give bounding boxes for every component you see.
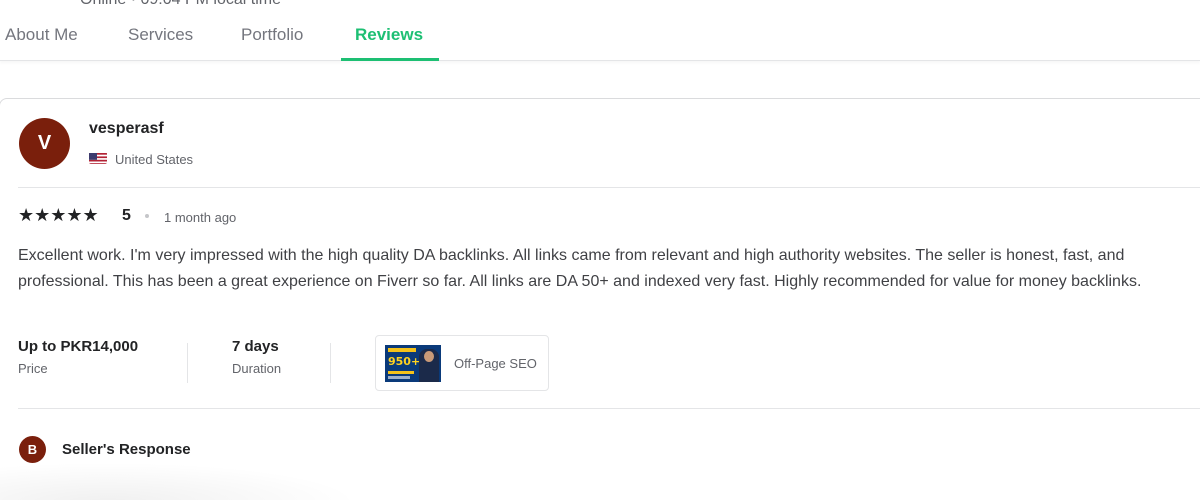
shadow-overlay (0, 462, 360, 500)
duration-label: Duration (232, 361, 282, 376)
us-flag-icon (89, 152, 107, 164)
divider (18, 187, 1200, 188)
duration-block: 7 days Duration (232, 338, 281, 376)
reviewer-username[interactable]: vesperasf (89, 120, 164, 138)
meta-divider (187, 343, 188, 383)
reviewer-avatar[interactable]: V (19, 118, 70, 169)
price-value: Up to PKR14,000 (18, 338, 139, 355)
profile-tabs: About Me Services Portfolio Reviews (0, 0, 1200, 61)
meta-divider (330, 343, 331, 383)
tab-services[interactable]: Services (128, 25, 193, 45)
price-label: Price (18, 361, 48, 376)
divider (18, 408, 1200, 409)
tab-about-me[interactable]: About Me (5, 25, 78, 45)
seller-response-toggle[interactable]: Seller's Response (62, 441, 191, 458)
review-text: Excellent work. I'm very impressed with … (18, 247, 1142, 290)
rating-value: 5 (122, 207, 131, 224)
duration-value: 7 days (232, 338, 279, 355)
tab-reviews[interactable]: Reviews (355, 25, 423, 45)
gig-link-chip[interactable]: 950+ Off-Page SEO (375, 335, 549, 391)
active-tab-indicator (341, 58, 439, 61)
reviewer-country: United States (115, 152, 194, 167)
gig-thumb-text: 950+ (388, 355, 421, 368)
gig-title: Off-Page SEO (454, 356, 537, 371)
price-block: Up to PKR14,000 Price (18, 338, 138, 376)
dot-separator (145, 214, 149, 218)
review-time: 1 month ago (164, 210, 237, 225)
seller-avatar: B (19, 436, 46, 463)
star-rating-icon: ★★★★★ (18, 205, 99, 225)
gig-thumbnail: 950+ (385, 345, 441, 382)
tab-portfolio[interactable]: Portfolio (241, 25, 303, 45)
